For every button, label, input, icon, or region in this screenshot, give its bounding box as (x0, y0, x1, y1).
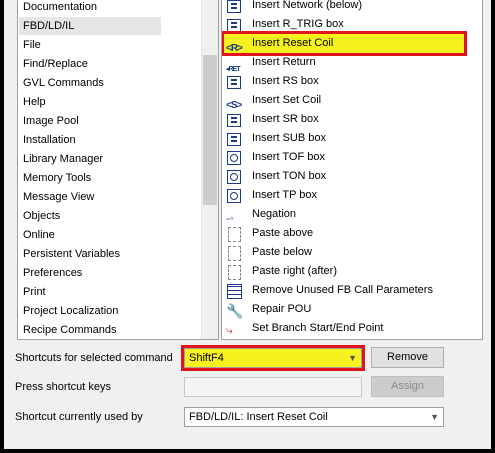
box-icon (226, 17, 242, 33)
category-item[interactable]: Persistent Variables (23, 245, 120, 263)
command-item[interactable]: Insert TON box (226, 167, 326, 186)
command-item[interactable]: <R> Insert Reset Coil (222, 31, 467, 56)
command-label: Paste right (after) (252, 265, 337, 277)
command-label: Set Branch Start/End Point (252, 322, 384, 334)
command-label: Paste above (252, 227, 314, 239)
category-item[interactable]: Library Manager (23, 150, 103, 168)
command-label: Insert Network (below) (252, 0, 363, 11)
command-item[interactable]: Insert RS box (226, 72, 319, 91)
command-label: Insert TOF box (252, 151, 325, 163)
category-item[interactable]: Documentation (23, 0, 97, 16)
blank-icon (226, 226, 242, 242)
category-item[interactable]: Online (23, 226, 55, 244)
command-label: Insert Return (252, 56, 316, 68)
chevron-down-icon: ▼ (348, 353, 357, 363)
command-item[interactable]: 🔧 Repair POU (226, 300, 311, 319)
command-item[interactable]: Insert SR box (226, 110, 319, 129)
command-label: Insert Set Coil (252, 94, 322, 106)
return-icon: ◂RET (226, 65, 240, 73)
scrollbar-thumb[interactable] (203, 55, 217, 205)
category-item[interactable]: Objects (23, 207, 60, 225)
category-item[interactable]: Find/Replace (23, 55, 88, 73)
currently-used-select[interactable]: FBD/LD/IL: Insert Reset Coil ▼ (184, 407, 444, 427)
category-item[interactable]: Installation (23, 131, 76, 149)
command-label: Insert TON box (252, 170, 327, 182)
command-item[interactable]: Insert R_TRIG box (226, 15, 344, 34)
box-icon (226, 131, 242, 147)
shortcut-keys-input[interactable] (184, 377, 362, 397)
grid-icon (226, 283, 242, 299)
category-list-scrollbar[interactable] (201, 0, 218, 339)
command-label: Insert R_TRIG box (252, 18, 344, 30)
category-item[interactable]: FBD/LD/IL (19, 17, 161, 35)
command-item[interactable]: Remove Unused FB Call Parameters (226, 281, 433, 300)
command-label: Insert SUB box (252, 132, 326, 144)
chevron-down-icon: ▼ (430, 412, 439, 422)
category-item[interactable]: Memory Tools (23, 169, 91, 187)
command-label: Insert TP box (252, 189, 318, 201)
timer-icon (226, 169, 242, 185)
command-item[interactable]: -◦ Negation (226, 205, 297, 225)
box-icon (226, 0, 242, 14)
command-item[interactable]: <S> Insert Set Coil (226, 91, 322, 111)
command-item[interactable]: ⤷ Set Branch Start/End Point (226, 319, 383, 338)
set-coil-icon: <S> (226, 99, 242, 111)
wrench-icon: 🔧 (226, 302, 244, 319)
command-label: Paste below (252, 246, 312, 258)
command-label: Remove Unused FB Call Parameters (252, 284, 433, 296)
category-item[interactable]: Print (23, 283, 46, 301)
category-item[interactable]: Preferences (23, 264, 82, 282)
command-label: Insert RS box (252, 75, 319, 87)
remove-button[interactable]: Remove (371, 347, 444, 368)
command-label: Insert Reset Coil (252, 37, 334, 49)
command-item[interactable]: Paste below (226, 243, 312, 262)
shortcut-select[interactable]: ShiftF4 ▼ (181, 345, 365, 371)
currently-used-label: Shortcut currently used by (15, 411, 143, 423)
category-list[interactable]: Recipe Commands Project Localization Print… (17, 0, 219, 340)
blank-icon (226, 264, 242, 280)
category-item[interactable]: Help (23, 93, 46, 111)
category-item[interactable]: GVL Commands (23, 74, 104, 92)
category-item[interactable]: Recipe Commands (23, 321, 117, 339)
command-item[interactable]: ◂RET Insert Return (226, 53, 316, 73)
assign-button[interactable]: Assign (371, 376, 444, 397)
box-icon (226, 74, 242, 90)
command-item[interactable]: Insert TP box (226, 186, 317, 205)
shortcuts-label: Shortcuts for selected command (15, 352, 173, 364)
box-icon (226, 112, 242, 128)
command-label: Insert SR box (252, 113, 319, 125)
press-keys-label: Press shortcut keys (15, 381, 111, 393)
timer-icon (226, 150, 242, 166)
category-item[interactable]: Project Localization (23, 302, 118, 320)
timer-icon (226, 188, 242, 204)
negation-icon: -◦ (226, 212, 234, 225)
command-item[interactable]: Paste right (after) (226, 262, 337, 281)
command-list[interactable]: Insert Network (below) Insert R_TRIG box <… (221, 0, 483, 340)
command-label: Repair POU (252, 303, 312, 315)
reset-coil-icon: <R> (226, 42, 243, 54)
blank-icon (226, 245, 242, 261)
command-item[interactable]: Insert SUB box (226, 129, 326, 148)
currently-used-value: FBD/LD/IL: Insert Reset Coil (189, 411, 328, 423)
category-item[interactable]: Message View (23, 188, 94, 206)
command-label: Negation (252, 208, 297, 220)
command-item[interactable]: Insert Network (below) (226, 0, 362, 15)
customize-shortcuts-dialog: Recipe Commands Project Localization Print… (4, 0, 491, 449)
category-item[interactable]: File (23, 36, 41, 54)
command-item[interactable]: Insert TOF box (226, 148, 325, 167)
command-item[interactable]: Paste above (226, 224, 313, 243)
category-item[interactable]: Image Pool (23, 112, 79, 130)
shortcut-value: ShiftF4 (189, 352, 224, 364)
branch-icon: ⤷ (226, 322, 233, 337)
